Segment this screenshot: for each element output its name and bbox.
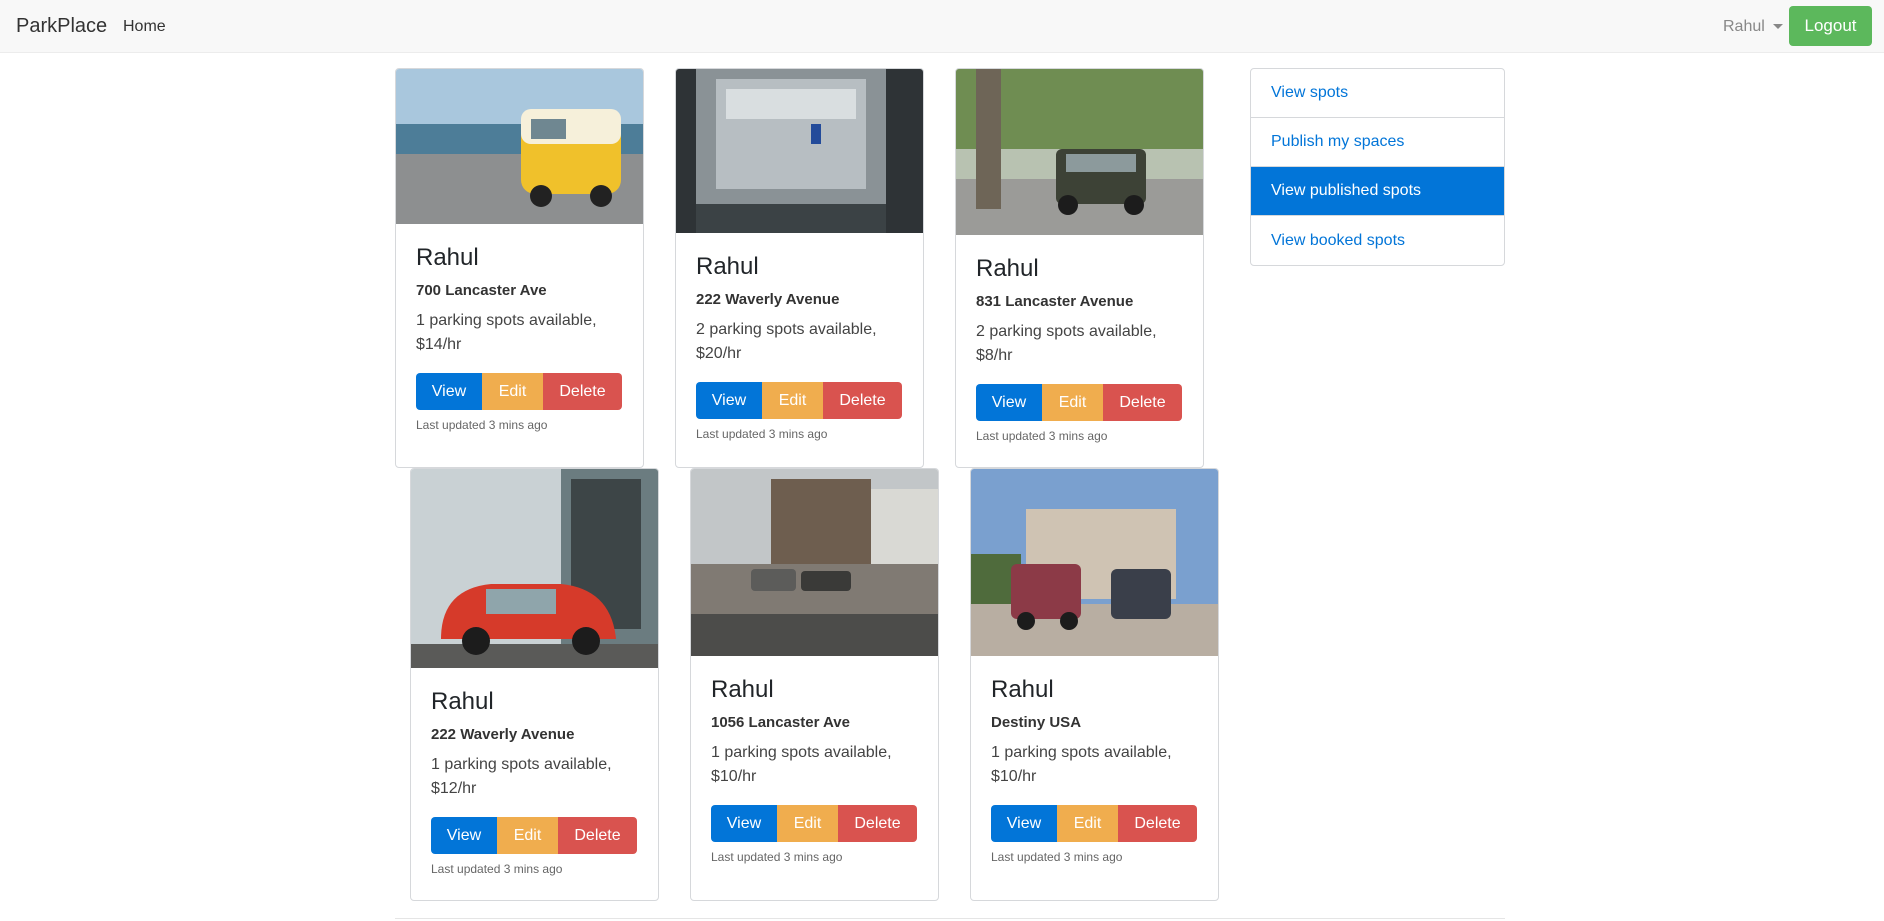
card-description: 1 parking spots available, $10/hr (991, 744, 1172, 785)
card-description: 2 parking spots available, $20/hr (696, 321, 877, 362)
card-description: 1 parking spots available, $14/hr (416, 312, 597, 353)
spot-photo (396, 69, 643, 224)
card-updated: Last updated 3 mins ago (991, 850, 1123, 864)
card-updated: Last updated 3 mins ago (711, 850, 843, 864)
spot-photo (411, 469, 658, 668)
card-updated: Last updated 3 mins ago (696, 427, 828, 441)
spot-card: Rahul 831 Lancaster Avenue 2 parking spo… (955, 68, 1204, 468)
view-button[interactable]: View (431, 817, 497, 854)
delete-button[interactable]: Delete (558, 817, 637, 854)
card-address: Destiny USA (991, 714, 1082, 731)
logout-button[interactable]: Logout (1789, 6, 1872, 46)
navbar: ParkPlace Home Rahul Logout (0, 0, 1884, 53)
sidebar-item-view-published[interactable]: View published spots (1251, 167, 1504, 216)
user-dropdown[interactable]: Rahul (1723, 18, 1783, 36)
card-owner: Rahul (696, 253, 759, 280)
card-address: 831 Lancaster Avenue (976, 293, 1134, 310)
spot-card: Rahul 1056 Lancaster Ave 1 parking spots… (690, 468, 939, 901)
card-address: 222 Waverly Avenue (696, 291, 840, 308)
delete-button[interactable]: Delete (543, 373, 622, 410)
card-description: 2 parking spots available, $8/hr (976, 323, 1157, 364)
edit-button[interactable]: Edit (482, 373, 543, 410)
card-updated: Last updated 3 mins ago (416, 418, 548, 432)
spot-photo (971, 469, 1218, 656)
edit-button[interactable]: Edit (1042, 384, 1103, 421)
view-button[interactable]: View (991, 805, 1057, 842)
spot-card: Rahul 222 Waverly Avenue 1 parking spots… (410, 468, 659, 901)
spot-card: Rahul Destiny USA 1 parking spots availa… (970, 468, 1219, 901)
footer-divider (395, 918, 1505, 919)
delete-button[interactable]: Delete (1103, 384, 1182, 421)
edit-button[interactable]: Edit (762, 382, 823, 419)
chevron-down-icon (1772, 24, 1783, 30)
nav-home-link[interactable]: Home (123, 18, 166, 36)
card-address: 222 Waverly Avenue (431, 726, 575, 743)
card-updated: Last updated 3 mins ago (431, 862, 563, 876)
brand-link[interactable]: ParkPlace (16, 15, 107, 38)
view-button[interactable]: View (696, 382, 762, 419)
view-button[interactable]: View (976, 384, 1042, 421)
spot-card: Rahul 222 Waverly Avenue 2 parking spots… (675, 68, 924, 468)
card-address: 1056 Lancaster Ave (711, 714, 850, 731)
card-updated: Last updated 3 mins ago (976, 429, 1108, 443)
spot-card: Rahul 700 Lancaster Ave 1 parking spots … (395, 68, 644, 468)
card-owner: Rahul (991, 676, 1054, 703)
sidebar-item-view-booked[interactable]: View booked spots (1251, 216, 1504, 265)
card-description: 1 parking spots available, $12/hr (431, 756, 612, 797)
sidebar-item-publish-spaces[interactable]: Publish my spaces (1251, 118, 1504, 167)
sidebar-item-view-spots[interactable]: View spots (1251, 69, 1504, 118)
spot-photo (956, 69, 1203, 235)
delete-button[interactable]: Delete (1118, 805, 1197, 842)
spot-photo (691, 469, 938, 656)
spot-photo (676, 69, 923, 233)
card-description: 1 parking spots available, $10/hr (711, 744, 892, 785)
user-name: Rahul (1723, 18, 1765, 35)
edit-button[interactable]: Edit (1057, 805, 1118, 842)
delete-button[interactable]: Delete (838, 805, 917, 842)
edit-button[interactable]: Edit (777, 805, 838, 842)
sidebar-nav: View spots Publish my spaces View publis… (1250, 68, 1505, 266)
edit-button[interactable]: Edit (497, 817, 558, 854)
card-address: 700 Lancaster Ave (416, 282, 547, 299)
card-owner: Rahul (416, 244, 479, 271)
card-owner: Rahul (431, 688, 494, 715)
view-button[interactable]: View (416, 373, 482, 410)
card-owner: Rahul (976, 255, 1039, 282)
view-button[interactable]: View (711, 805, 777, 842)
card-owner: Rahul (711, 676, 774, 703)
delete-button[interactable]: Delete (823, 382, 902, 419)
